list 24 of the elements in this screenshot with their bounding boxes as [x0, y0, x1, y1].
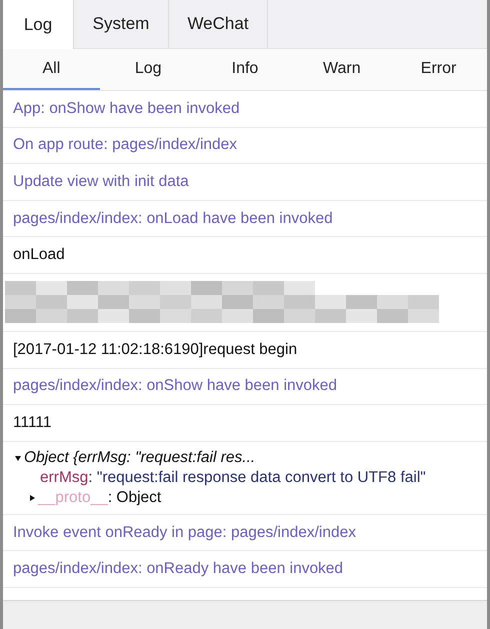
filter-tab[interactable]: Error [390, 49, 487, 90]
log-message: 11111 [13, 414, 52, 432]
object-summary[interactable]: Object {errMsg: "request:fail res... [24, 448, 256, 468]
filter-tab[interactable]: Warn [293, 49, 390, 90]
log-message: On app route: pages/index/index [13, 136, 238, 154]
log-message: [2017-01-12 11:02:18:6190]request begin [13, 340, 298, 359]
property-value: : Object [108, 488, 162, 508]
expand-triangle-icon[interactable] [29, 494, 35, 501]
tab[interactable]: WeChat [169, 0, 268, 48]
filter-tab[interactable]: All [3, 49, 100, 90]
log-message: Invoke event onReady in page: pages/index/index [13, 524, 356, 542]
property-key: errMsg [40, 468, 88, 488]
filter-tab[interactable]: Info [196, 49, 294, 90]
log-message: pages/index/index: onLoad have been invoked [13, 210, 333, 228]
tab[interactable]: System [74, 0, 169, 48]
tab[interactable]: Log [3, 0, 74, 49]
log-message: Update view with init data [13, 172, 189, 191]
filter-tab[interactable]: Log [100, 49, 197, 90]
log-message: onLoad [13, 246, 65, 264]
property-value: : "request:fail response data convert to UTF8 fail" [88, 468, 426, 488]
log-message: App: onShow have been invoked [13, 100, 240, 118]
log-message: pages/index/index: onShow have been invoked [13, 377, 338, 396]
log-message: pages/index/index: onReady have been invoked [13, 560, 344, 578]
collapse-triangle-icon[interactable] [15, 454, 21, 461]
